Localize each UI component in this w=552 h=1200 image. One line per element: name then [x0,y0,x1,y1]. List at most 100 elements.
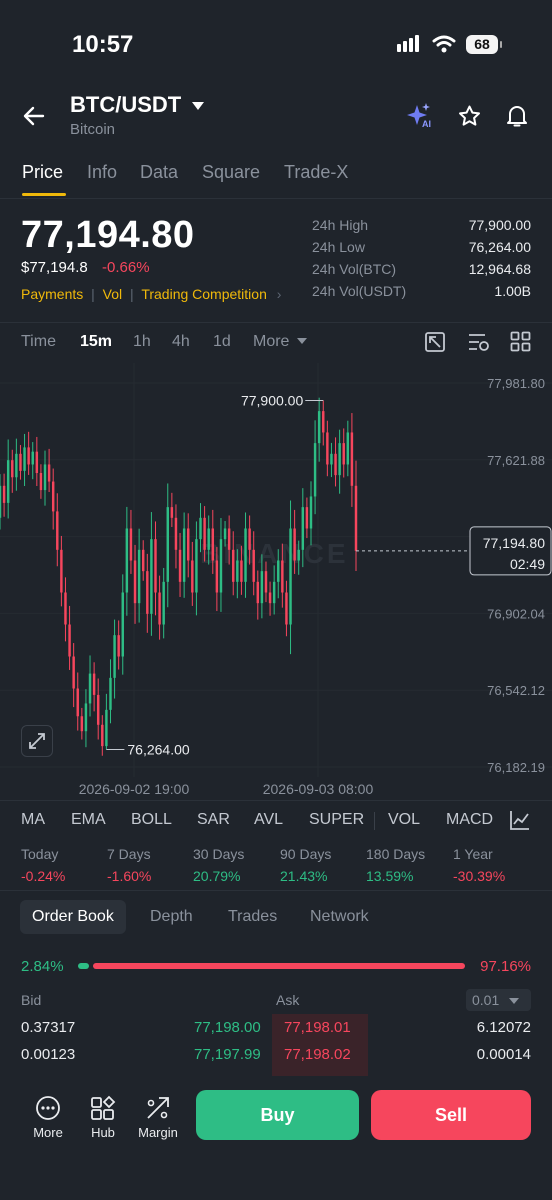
favorite-star-icon[interactable] [457,104,482,128]
stat-value-low: 76,264.00 [468,239,531,255]
candle-body [146,571,149,614]
candle-body [342,443,345,465]
candle-body [109,677,112,710]
tf-time[interactable]: Time [21,333,56,351]
price-change: -0.66% [102,259,150,276]
tf-1h[interactable]: 1h [133,333,151,351]
tf-more-label: More [253,333,290,350]
chart-expand-icon[interactable] [424,331,446,353]
candle-body [137,549,141,604]
margin-button[interactable]: Margin [132,1095,184,1140]
bid-price: 77,197.99 [194,1046,261,1063]
tab-price[interactable]: Price [22,162,63,183]
ask-qty: 6.12072 [476,1019,531,1036]
candle-body [322,411,325,433]
screen: { "status": {"time": "10:57", "battery":… [0,0,552,1200]
divider [0,890,552,891]
candle-body [211,528,215,561]
stat-label-vol-btc: 24h Vol(BTC) [312,261,397,277]
price-chart[interactable]: BINANCE 77,981.8077,621.8877,261.9676,90… [0,363,552,800]
tf-4h[interactable]: 4h [172,333,190,351]
y-tick-label: 77,981.80 [487,376,545,391]
candle-body [354,485,358,551]
hub-icon [91,1095,116,1120]
tf-more[interactable]: More [253,333,307,351]
back-arrow-icon[interactable] [22,104,46,128]
candle-body [158,592,161,625]
candle-body [187,528,190,561]
ind-ema[interactable]: EMA [71,811,106,829]
candle-body [113,635,116,678]
active-tab-indicator [22,193,66,196]
candles [0,397,358,756]
candlestick-chart[interactable]: BINANCE 77,981.8077,621.8877,261.9676,90… [0,363,552,800]
x-tick-label: 2026-09-03 08:00 [263,781,374,797]
candle-body [195,539,198,593]
candle-body [166,507,169,582]
more-button[interactable]: More [23,1095,73,1140]
chart-settings-icon[interactable] [467,331,491,353]
ask-ratio-bar [92,963,465,969]
tab-data[interactable]: Data [140,162,178,183]
candle-body [297,549,300,561]
bell-icon[interactable] [505,103,529,129]
sell-button[interactable]: Sell [371,1090,531,1140]
candle-body [289,528,292,625]
tab-square[interactable]: Square [202,162,260,183]
grid-layout-icon[interactable] [510,331,531,352]
watermark: BINANCE [200,538,349,569]
svg-text:AI: AI [422,119,431,129]
bid-ratio: 2.84% [21,958,64,975]
precision-selector[interactable]: 0.01 [466,989,531,1011]
candle-body [2,485,6,503]
link-payments[interactable]: Payments [21,286,83,302]
ind-super[interactable]: SUPER [309,811,364,829]
tab-depth[interactable]: Depth [150,908,193,926]
tab-order-book[interactable]: Order Book [20,900,126,934]
candle-body [60,549,63,593]
candle-body [11,460,14,478]
usd-price: $77,194.8 [21,259,88,276]
ask-price: 77,198.01 [284,1019,351,1036]
candle-body [96,694,100,725]
tab-trade-x[interactable]: Trade-X [284,162,348,183]
ind-avl[interactable]: AVL [254,811,283,829]
section-tabs: Price Info Data Square Trade-X [0,160,552,200]
tab-trades[interactable]: Trades [228,908,277,926]
candle-body [182,528,186,582]
candle-body [121,592,124,657]
tab-network[interactable]: Network [310,908,369,926]
tf-15m[interactable]: 15m [80,333,112,351]
candle-body [293,528,296,561]
candle-body [350,432,354,486]
caret-down-icon [296,338,307,345]
ind-macd[interactable]: MACD [446,811,493,829]
candle-body [252,549,255,582]
link-trading-competition[interactable]: Trading Competition [141,286,267,302]
perf-label: Today [21,846,59,862]
indicator-chart-icon[interactable] [509,809,531,831]
tf-1d[interactable]: 1d [213,333,231,351]
candle-body [277,560,280,582]
ask-qty: 0.00014 [476,1046,531,1063]
ind-boll[interactable]: BOLL [131,811,172,829]
perf-value: -30.39% [453,868,506,884]
candle-body [141,549,145,572]
ask-header: Ask [276,992,300,1008]
link-vol[interactable]: Vol [103,286,122,302]
candle-body [199,517,202,540]
perf-value: 20.79% [193,868,241,884]
ind-sar[interactable]: SAR [197,811,230,829]
last-price-label: 77,194.80 [483,535,545,551]
ind-vol[interactable]: VOL [388,811,420,829]
fullscreen-button[interactable] [21,725,53,757]
candle-body [129,528,133,561]
tab-info[interactable]: Info [87,162,117,183]
pair-selector[interactable]: BTC/USDT [70,92,205,118]
ind-ma[interactable]: MA [21,811,45,829]
stat-value-vol-usdt: 1.00B [494,283,531,299]
hub-button[interactable]: Hub [78,1095,128,1140]
ai-sparkle-icon[interactable]: AI [407,103,435,129]
perf-label: 1 Year [453,846,493,862]
buy-button[interactable]: Buy [196,1090,359,1140]
